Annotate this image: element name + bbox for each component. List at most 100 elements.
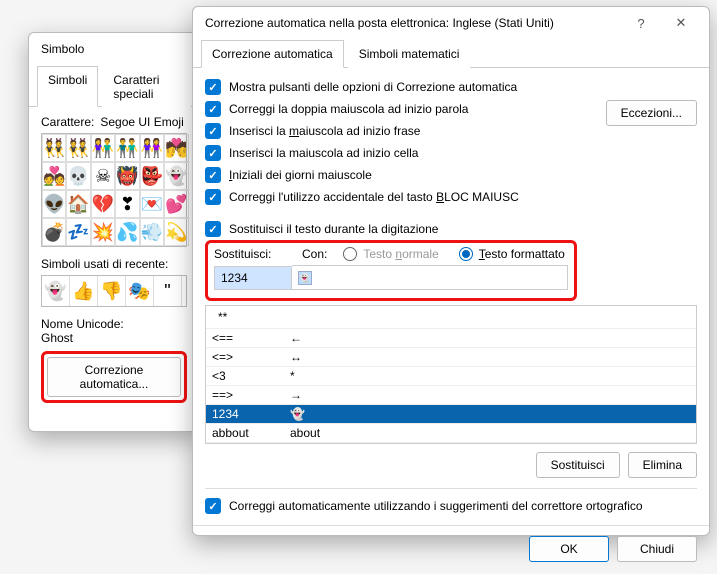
ac-title: Correzione automatica nella posta elettr… — [201, 16, 621, 30]
chk-days[interactable]: ✓ Iniziali dei giorni maiuscole — [205, 164, 606, 186]
unicode-value: Ghost — [41, 331, 187, 345]
replace-button[interactable]: Sostituisci — [536, 452, 620, 478]
list-row[interactable]: ** — [206, 306, 696, 329]
symbol-cell[interactable]: 💑 — [42, 162, 66, 190]
with-label: Con: — [302, 247, 327, 261]
check-icon: ✓ — [205, 221, 221, 237]
recent-symbol[interactable]: 👻 — [42, 276, 70, 306]
check-icon: ✓ — [205, 145, 221, 161]
tab-math-symbols[interactable]: Simboli matematici — [348, 40, 471, 68]
symbol-grid[interactable]: 👯👯👫👬👭💏💑💀☠👹👺👻👽🏠💔❣💌💕💣💤💥💦💨💫 — [41, 133, 187, 247]
recent-symbol[interactable]: 👍 — [70, 276, 98, 306]
ghost-icon: 👻 — [298, 271, 312, 285]
chk-sentence-label: Inserisci la maiuscola ad inizio frase — [229, 124, 420, 138]
symbol-cell[interactable]: 💦 — [115, 218, 139, 246]
symbol-cell[interactable]: 💤 — [66, 218, 90, 246]
check-icon: ✓ — [205, 101, 221, 117]
recent-symbol[interactable]: 🎭 — [126, 276, 154, 306]
chk-cell-label: Inserisci la maiuscola ad inizio cella — [229, 146, 418, 160]
symbol-cell[interactable]: 💏 — [164, 134, 188, 162]
delete-button[interactable]: Elimina — [628, 452, 697, 478]
symbol-cell[interactable]: 💣 — [42, 218, 66, 246]
chk-replace-typing[interactable]: ✓ Sostituisci il testo durante la digita… — [205, 218, 697, 240]
chk-spellcheck[interactable]: ✓ Correggi automaticamente utilizzando i… — [205, 495, 697, 517]
symbol-cell[interactable]: 🏠 — [66, 190, 90, 218]
font-row: Carattere: Segoe UI Emoji — [41, 115, 187, 129]
symbol-cell[interactable]: 💥 — [91, 218, 115, 246]
radio-formatted-label: Testo formattato — [479, 247, 565, 261]
help-icon[interactable]: ? — [621, 9, 661, 37]
check-icon: ✓ — [205, 498, 221, 514]
chk-cell[interactable]: ✓ Inserisci la maiuscola ad inizio cella — [205, 142, 606, 164]
recent-symbol[interactable]: " — [154, 276, 182, 306]
symbol-cell[interactable]: 👬 — [115, 134, 139, 162]
symbol-cell[interactable]: 👹 — [115, 162, 139, 190]
list-row[interactable]: <=>↔ — [206, 348, 696, 367]
list-row[interactable]: <==← — [206, 329, 696, 348]
with-input[interactable]: 👻 — [292, 265, 568, 290]
tab-simboli[interactable]: Simboli — [37, 66, 98, 107]
tab-special-chars[interactable]: Caratteri speciali — [102, 66, 191, 107]
ok-button[interactable]: OK — [529, 536, 609, 562]
replace-input[interactable] — [214, 266, 292, 290]
font-label: Carattere: — [41, 115, 100, 129]
close-icon[interactable]: ✕ — [661, 9, 701, 37]
symbol-cell[interactable]: ❣ — [115, 190, 139, 218]
replace-label: Sostituisci: — [214, 247, 292, 261]
chk-days-label: Iniziali dei giorni maiuscole — [229, 168, 372, 182]
list-row[interactable]: abboutabout — [206, 424, 696, 443]
symbol-cell[interactable]: 👭 — [140, 134, 164, 162]
symbol-title: Simbolo — [37, 42, 191, 56]
radio-icon — [343, 247, 357, 261]
check-icon: ✓ — [205, 189, 221, 205]
recent-symbols[interactable]: 👻👍👎🎭" — [41, 275, 187, 307]
symbol-pane: Carattere: Segoe UI Emoji 👯👯👫👬👭💏💑💀☠👹👺👻👽🏠… — [29, 107, 199, 415]
recent-label: Simboli usati di recente: — [41, 257, 187, 271]
chk-capslock[interactable]: ✓ Correggi l'utilizzo accidentale del ta… — [205, 186, 606, 208]
chk-show-buttons-label: Mostra pulsanti delle opzioni di Correzi… — [229, 80, 517, 94]
list-row[interactable]: <3* — [206, 367, 696, 386]
symbol-cell[interactable]: 👺 — [140, 162, 164, 190]
recent-symbol[interactable]: 👎 — [98, 276, 126, 306]
autocorrect-dialog: Correzione automatica nella posta elettr… — [192, 6, 710, 536]
ac-tabs: Correzione automatica Simboli matematici — [193, 39, 709, 68]
chk-double-caps[interactable]: ✓ Correggi la doppia maiuscola ad inizio… — [205, 98, 606, 120]
radio-formatted[interactable]: Testo formattato — [459, 247, 565, 261]
font-value[interactable]: Segoe UI Emoji — [100, 115, 187, 129]
check-icon: ✓ — [205, 123, 221, 139]
symbol-cell[interactable]: 👫 — [91, 134, 115, 162]
symbol-cell[interactable]: 💀 — [66, 162, 90, 190]
symbol-cell[interactable]: 👯 — [42, 134, 66, 162]
chk-show-buttons[interactable]: ✓ Mostra pulsanti delle opzioni di Corre… — [205, 76, 697, 98]
symbol-cell[interactable]: 💕 — [164, 190, 188, 218]
exceptions-button[interactable]: Eccezioni... — [606, 100, 697, 126]
unicode-label: Nome Unicode: — [41, 317, 187, 331]
radio-plain[interactable]: Testo normale — [343, 247, 438, 261]
radio-plain-label: Testo normale — [363, 247, 438, 261]
list-row[interactable]: 1234👻 — [206, 405, 696, 424]
symbol-cell[interactable]: 💨 — [140, 218, 164, 246]
symbol-cell[interactable]: 💔 — [91, 190, 115, 218]
symbol-cell[interactable]: 👽 — [42, 190, 66, 218]
symbol-cell[interactable]: 💫 — [164, 218, 188, 246]
symbol-cell[interactable]: 👻 — [164, 162, 188, 190]
replacement-list[interactable]: **<==←<=>↔<3*==>→1234👻abboutabout — [205, 305, 697, 444]
chk-capslock-label: Correggi l'utilizzo accidentale del tast… — [229, 190, 519, 204]
check-icon: ✓ — [205, 79, 221, 95]
ac-titlebar: Correzione automatica nella posta elettr… — [193, 7, 709, 39]
chk-replace-typing-label: Sostituisci il testo durante la digitazi… — [229, 222, 438, 236]
autocorrect-button[interactable]: Correzione automatica... — [47, 357, 181, 397]
list-row[interactable]: ==>→ — [206, 386, 696, 405]
tab-autocorrect[interactable]: Correzione automatica — [201, 40, 344, 68]
symbol-titlebar: Simbolo — [29, 33, 199, 65]
ac-pane: ✓ Mostra pulsanti delle opzioni di Corre… — [193, 68, 709, 574]
symbol-cell[interactable]: ☠ — [91, 162, 115, 190]
close-button[interactable]: Chiudi — [617, 536, 697, 562]
chk-double-caps-label: Correggi la doppia maiuscola ad inizio p… — [229, 102, 468, 116]
symbol-cell[interactable]: 👯 — [66, 134, 90, 162]
chk-sentence[interactable]: ✓ Inserisci la maiuscola ad inizio frase — [205, 120, 606, 142]
chk-spellcheck-label: Correggi automaticamente utilizzando i s… — [229, 499, 643, 513]
symbol-tabs: Simboli Caratteri speciali — [29, 65, 199, 107]
symbol-cell[interactable]: 💌 — [140, 190, 164, 218]
check-icon: ✓ — [205, 167, 221, 183]
